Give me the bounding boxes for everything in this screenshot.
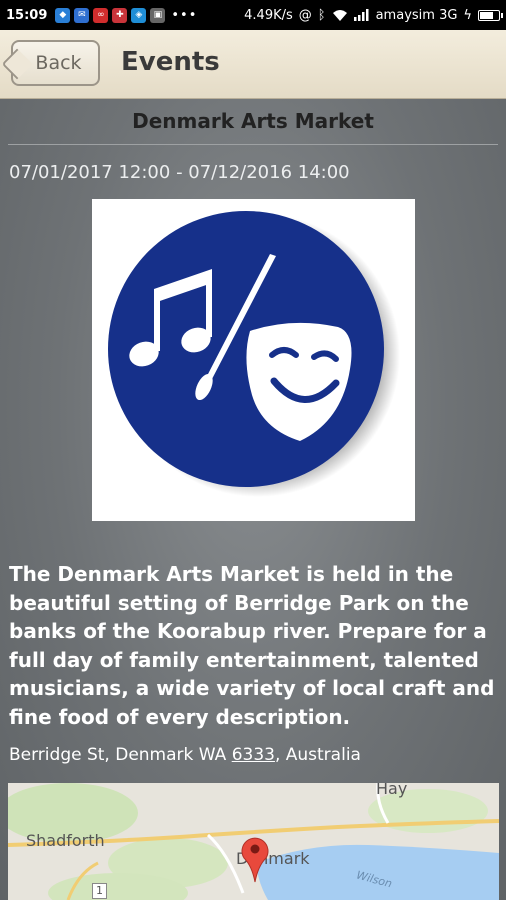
divider	[8, 144, 498, 145]
map-label-shadforth: Shadforth	[26, 831, 105, 850]
map-marker-icon[interactable]	[240, 834, 270, 884]
back-button-label: Back	[35, 52, 82, 74]
title-bar: Back Events	[0, 30, 506, 99]
app-icon: ▣	[150, 7, 166, 23]
bluetooth-icon: ᛒ	[317, 7, 326, 23]
infinity-icon: ∞	[93, 7, 109, 23]
arts-logo-icon	[108, 211, 400, 497]
app-icon: ✚	[112, 7, 128, 23]
event-dates: 07/01/2017 12:00 - 07/12/2016 14:00	[9, 162, 350, 183]
back-button[interactable]: Back	[11, 40, 100, 86]
page-title: Events	[121, 47, 220, 77]
at-icon: @	[298, 7, 312, 23]
event-title: Denmark Arts Market	[132, 109, 374, 133]
address-country: , Australia	[274, 745, 361, 765]
charging-icon: ϟ	[463, 7, 472, 23]
app-icon: ◈	[131, 7, 147, 23]
event-image	[92, 199, 415, 521]
location-map[interactable]: Hay Shadforth Denmark Wilson 1	[8, 783, 499, 900]
signal-icon	[353, 9, 369, 21]
map-label-hay: Hay	[376, 783, 408, 798]
battery-icon	[478, 9, 503, 21]
carrier-label: amaysim 3G	[375, 7, 458, 23]
status-time: 15:09	[6, 7, 48, 23]
event-description: The Denmark Arts Market is held in the b…	[9, 562, 495, 729]
more-notifications-icon: •••	[171, 7, 198, 23]
wifi-icon	[332, 9, 347, 21]
status-bar: 15:09 ◆ ✉ ∞ ✚ ◈ ▣ ••• 4.49K/s @ ᛒ amaysi…	[0, 0, 506, 30]
mail-icon: ✉	[74, 7, 90, 23]
route-shield: 1	[92, 883, 107, 899]
app-icon: ◆	[55, 7, 71, 23]
network-speed: 4.49K/s	[244, 7, 293, 23]
postcode-link[interactable]: 6333	[232, 745, 275, 765]
address-street: Berridge St, Denmark WA	[9, 745, 232, 765]
event-address: Berridge St, Denmark WA 6333, Australia	[9, 745, 361, 765]
